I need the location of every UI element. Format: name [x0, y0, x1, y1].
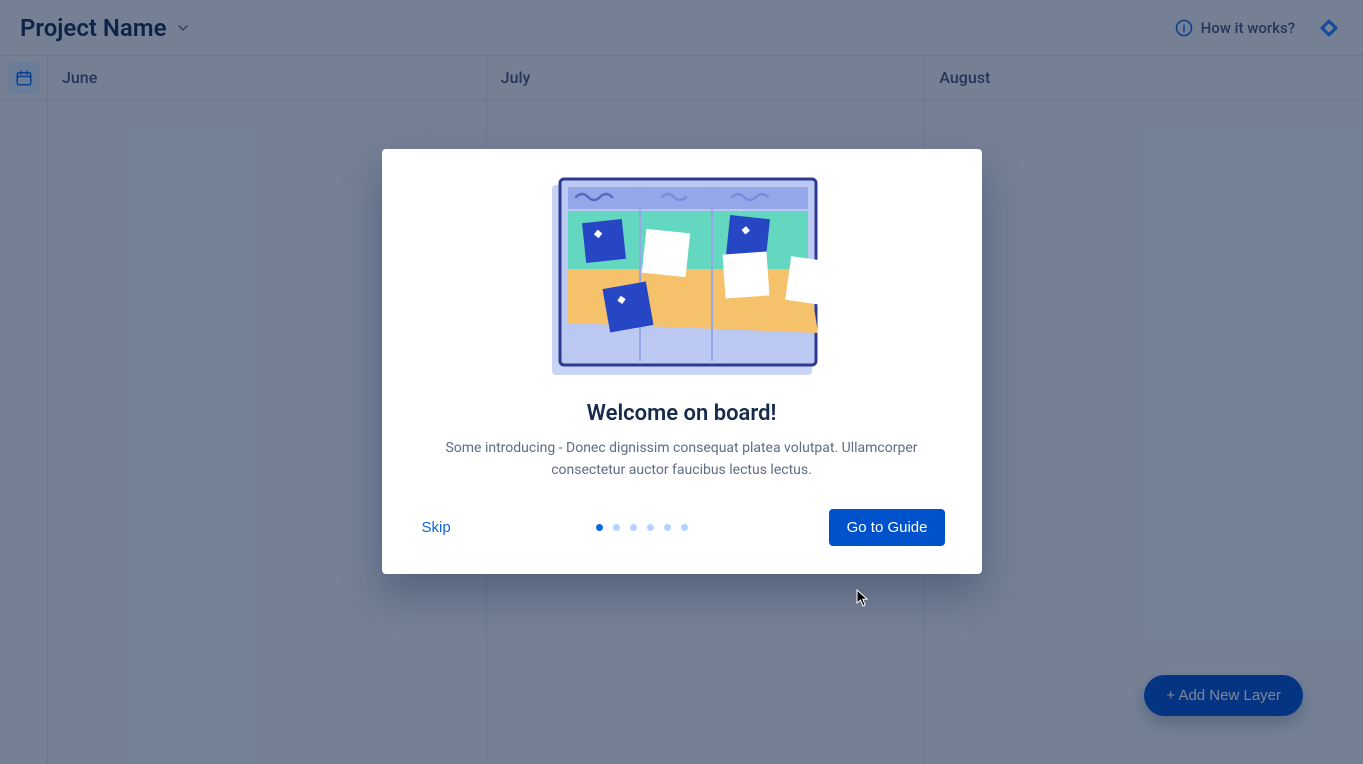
- onboarding-illustration: [532, 173, 832, 383]
- onboarding-modal: Welcome on board! Some introducing - Don…: [382, 149, 982, 574]
- go-to-guide-button[interactable]: Go to Guide: [829, 509, 946, 546]
- step-dot[interactable]: [596, 524, 603, 531]
- skip-label: Skip: [422, 519, 451, 536]
- modal-body: Some introducing - Donec dignissim conse…: [427, 438, 937, 481]
- go-to-guide-label: Go to Guide: [847, 519, 928, 536]
- step-dot[interactable]: [664, 524, 671, 531]
- skip-button[interactable]: Skip: [418, 511, 455, 544]
- step-dot[interactable]: [630, 524, 637, 531]
- step-dot[interactable]: [613, 524, 620, 531]
- step-dot[interactable]: [681, 524, 688, 531]
- step-dot[interactable]: [647, 524, 654, 531]
- modal-overlay[interactable]: Welcome on board! Some introducing - Don…: [0, 0, 1363, 764]
- app-root: Project Name How it works? June July: [0, 0, 1363, 764]
- step-dots: [596, 524, 688, 531]
- modal-footer: Skip Go to Guide: [418, 509, 946, 546]
- modal-title: Welcome on board!: [418, 401, 946, 426]
